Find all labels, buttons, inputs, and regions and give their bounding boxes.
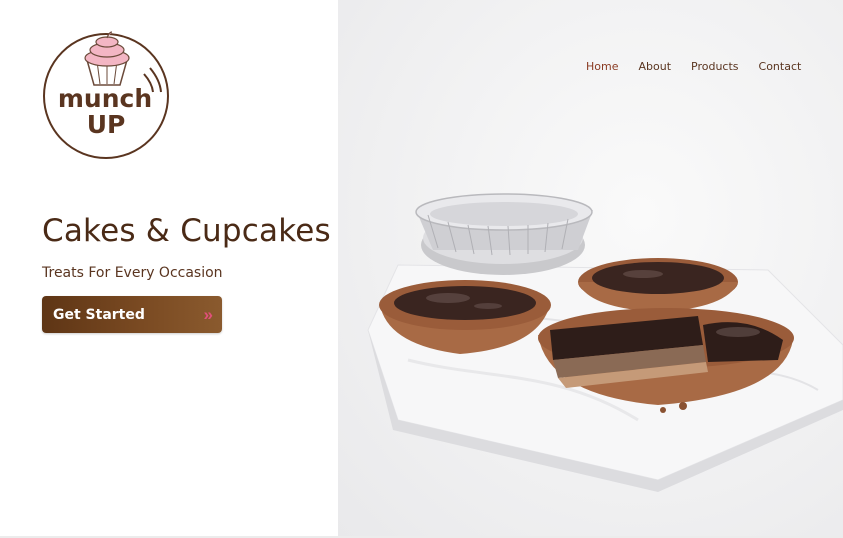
main-nav: Home About Products Contact bbox=[586, 60, 801, 73]
nav-link-home[interactable]: Home bbox=[586, 60, 618, 73]
get-started-label: Get Started bbox=[53, 306, 145, 323]
nav-link-products[interactable]: Products bbox=[691, 60, 739, 73]
logo-badge: munch UP bbox=[43, 31, 169, 159]
hero-subtitle: Treats For Every Occasion bbox=[42, 265, 223, 281]
nav-link-contact[interactable]: Contact bbox=[759, 60, 802, 73]
foil-cups bbox=[415, 193, 593, 275]
munchup-logo[interactable]: munch UP bbox=[42, 28, 172, 160]
nav-link-about[interactable]: About bbox=[638, 60, 671, 73]
get-started-button[interactable]: Get Started » bbox=[42, 296, 222, 333]
hero-title: Cakes & Cupcakes bbox=[42, 213, 331, 249]
chocolate-tarts-illustration bbox=[367, 193, 843, 492]
hero-image bbox=[338, 0, 843, 536]
logo-text-up: UP bbox=[87, 110, 126, 139]
double-chevron-right-icon: » bbox=[203, 304, 214, 324]
logo-text-munch: munch bbox=[58, 84, 152, 113]
